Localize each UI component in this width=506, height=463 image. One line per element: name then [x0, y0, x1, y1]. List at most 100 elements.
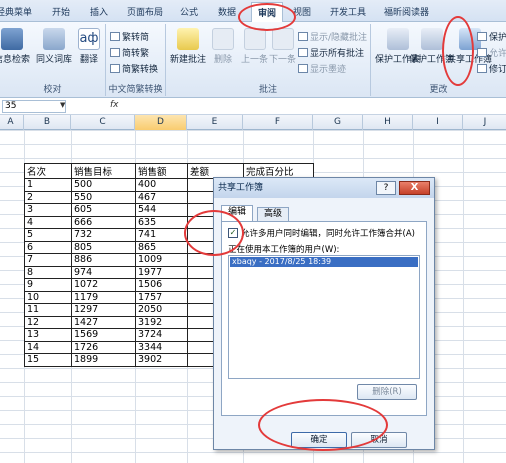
- column-header-h[interactable]: H: [363, 115, 413, 130]
- table-cell[interactable]: 741: [135, 228, 188, 242]
- tab-data[interactable]: 数据: [218, 5, 236, 18]
- close-button[interactable]: X: [399, 181, 430, 195]
- name-box[interactable]: 35: [2, 100, 66, 113]
- convert-icon: [110, 64, 120, 73]
- table-cell[interactable]: 1009: [135, 253, 188, 267]
- annotation-circle-review-tab: [238, 3, 296, 31]
- table-cell[interactable]: 4: [24, 215, 72, 229]
- tab-formulas[interactable]: 公式: [180, 5, 198, 18]
- table-cell[interactable]: 2: [24, 190, 72, 204]
- column-header-c[interactable]: C: [71, 115, 135, 130]
- table-cell[interactable]: 732: [71, 228, 136, 242]
- table-cell[interactable]: 1977: [135, 265, 188, 279]
- next-comment-button[interactable]: 下一条: [269, 28, 296, 65]
- table-cell[interactable]: 1506: [135, 278, 188, 292]
- table-cell[interactable]: 9: [24, 278, 72, 292]
- tab-page-layout[interactable]: 页面布局: [127, 5, 163, 18]
- column-header-i[interactable]: I: [413, 115, 463, 130]
- table-cell[interactable]: 1072: [71, 278, 136, 292]
- table-cell[interactable]: 14: [24, 340, 72, 354]
- changes-group: 保护工作表 保护工作簿 共享工作簿 保护 允许 修订 更改: [371, 24, 506, 96]
- table-cell[interactable]: 605: [71, 203, 136, 217]
- column-header-e[interactable]: E: [187, 115, 243, 130]
- table-cell[interactable]: 1757: [135, 290, 188, 304]
- table-cell[interactable]: 11: [24, 303, 72, 317]
- column-header-b[interactable]: B: [24, 115, 71, 130]
- user-list-item[interactable]: xbaqy - 2017/8/25 18:39: [230, 257, 418, 267]
- column-header-g[interactable]: G: [313, 115, 363, 130]
- comments-group: 新建批注 删除 上一条 下一条 显示/隐藏批注 显示所有批注 显示墨迹 批注: [166, 24, 371, 96]
- previous-comment-button[interactable]: 上一条: [241, 28, 268, 65]
- to-traditional-button[interactable]: 简转繁: [110, 46, 149, 59]
- header-sales-target[interactable]: 销售目标: [71, 163, 136, 179]
- table-cell[interactable]: 6: [24, 240, 72, 254]
- table-cell[interactable]: 3192: [135, 315, 188, 329]
- table-cell[interactable]: 10: [24, 290, 72, 304]
- table-cell[interactable]: 865: [135, 240, 188, 254]
- show-ink-button[interactable]: 显示墨迹: [298, 62, 346, 75]
- tab-classic-menu[interactable]: 经典菜单: [0, 5, 32, 18]
- table-cell[interactable]: 1427: [71, 315, 136, 329]
- table-cell[interactable]: 13: [24, 328, 72, 342]
- table-cell[interactable]: 666: [71, 215, 136, 229]
- tab-foxit-reader[interactable]: 福昕阅读器: [384, 5, 429, 18]
- remove-user-button[interactable]: 删除(R): [357, 384, 417, 400]
- research-button[interactable]: 信息检索: [0, 28, 30, 65]
- track-changes-button[interactable]: 修订: [477, 62, 506, 75]
- tab-advanced[interactable]: 高级: [257, 207, 290, 221]
- tab-insert[interactable]: 插入: [90, 5, 108, 18]
- table-cell[interactable]: 3: [24, 203, 72, 217]
- new-comment-button[interactable]: 新建批注: [170, 28, 206, 65]
- show-hide-comment-button[interactable]: 显示/隐藏批注: [298, 30, 367, 43]
- header-rank[interactable]: 名次: [24, 163, 72, 179]
- to-simplified-button[interactable]: 繁转简: [110, 30, 149, 43]
- column-header-j[interactable]: J: [463, 115, 506, 130]
- protect-workbook-icon: [420, 28, 443, 50]
- table-cell[interactable]: 1899: [71, 353, 136, 367]
- help-button[interactable]: ?: [376, 181, 396, 195]
- table-cell[interactable]: 500: [71, 178, 136, 192]
- thesaurus-button[interactable]: 同义词库: [36, 28, 72, 65]
- allow-edit-ranges-button[interactable]: 允许: [477, 46, 506, 59]
- table-cell[interactable]: 467: [135, 190, 188, 204]
- column-header-d[interactable]: D: [135, 115, 187, 130]
- show-all-comments-button[interactable]: 显示所有批注: [298, 46, 364, 59]
- table-cell[interactable]: 974: [71, 265, 136, 279]
- table-cell[interactable]: 544: [135, 203, 188, 217]
- table-cell[interactable]: 886: [71, 253, 136, 267]
- table-cell[interactable]: 1569: [71, 328, 136, 342]
- table-cell[interactable]: 5: [24, 228, 72, 242]
- column-header-a[interactable]: A: [0, 115, 24, 130]
- column-header-f[interactable]: F: [243, 115, 313, 130]
- table-cell[interactable]: 3902: [135, 353, 188, 367]
- header-sales-amount[interactable]: 销售额: [135, 163, 188, 179]
- protect-share-button[interactable]: 保护: [477, 30, 506, 43]
- allow-multiuser-label[interactable]: 允许多用户同时编辑，同时允许工作簿合并(A): [241, 227, 415, 239]
- delete-comment-button[interactable]: 删除: [212, 28, 234, 65]
- table-cell[interactable]: 7: [24, 253, 72, 267]
- table-cell[interactable]: 8: [24, 265, 72, 279]
- translate-button[interactable]: aф 翻译: [78, 28, 100, 65]
- table-cell[interactable]: 805: [71, 240, 136, 254]
- table-cell[interactable]: 2050: [135, 303, 188, 317]
- users-list[interactable]: xbaqy - 2017/8/25 18:39: [228, 255, 420, 379]
- table-cell[interactable]: 12: [24, 315, 72, 329]
- table-cell[interactable]: 1: [24, 178, 72, 192]
- tab-home[interactable]: 开始: [52, 5, 70, 18]
- ranges-icon: [477, 48, 487, 57]
- table-cell[interactable]: 1297: [71, 303, 136, 317]
- chinese-conversion-group: 繁转简 简转繁 简繁转换 中文简繁转换: [106, 24, 166, 96]
- insert-function-icon[interactable]: fx: [110, 100, 119, 110]
- name-box-dropdown-icon[interactable]: ▼: [60, 101, 65, 109]
- table-cell[interactable]: 635: [135, 215, 188, 229]
- table-cell[interactable]: 400: [135, 178, 188, 192]
- chinese-convert-button[interactable]: 简繁转换: [110, 62, 158, 75]
- table-cell[interactable]: 1726: [71, 340, 136, 354]
- protect-sheet-icon: [386, 28, 409, 50]
- table-cell[interactable]: 3344: [135, 340, 188, 354]
- table-cell[interactable]: 1179: [71, 290, 136, 304]
- table-cell[interactable]: 3724: [135, 328, 188, 342]
- table-cell[interactable]: 15: [24, 353, 72, 367]
- table-cell[interactable]: 550: [71, 190, 136, 204]
- tab-developer[interactable]: 开发工具: [330, 5, 366, 18]
